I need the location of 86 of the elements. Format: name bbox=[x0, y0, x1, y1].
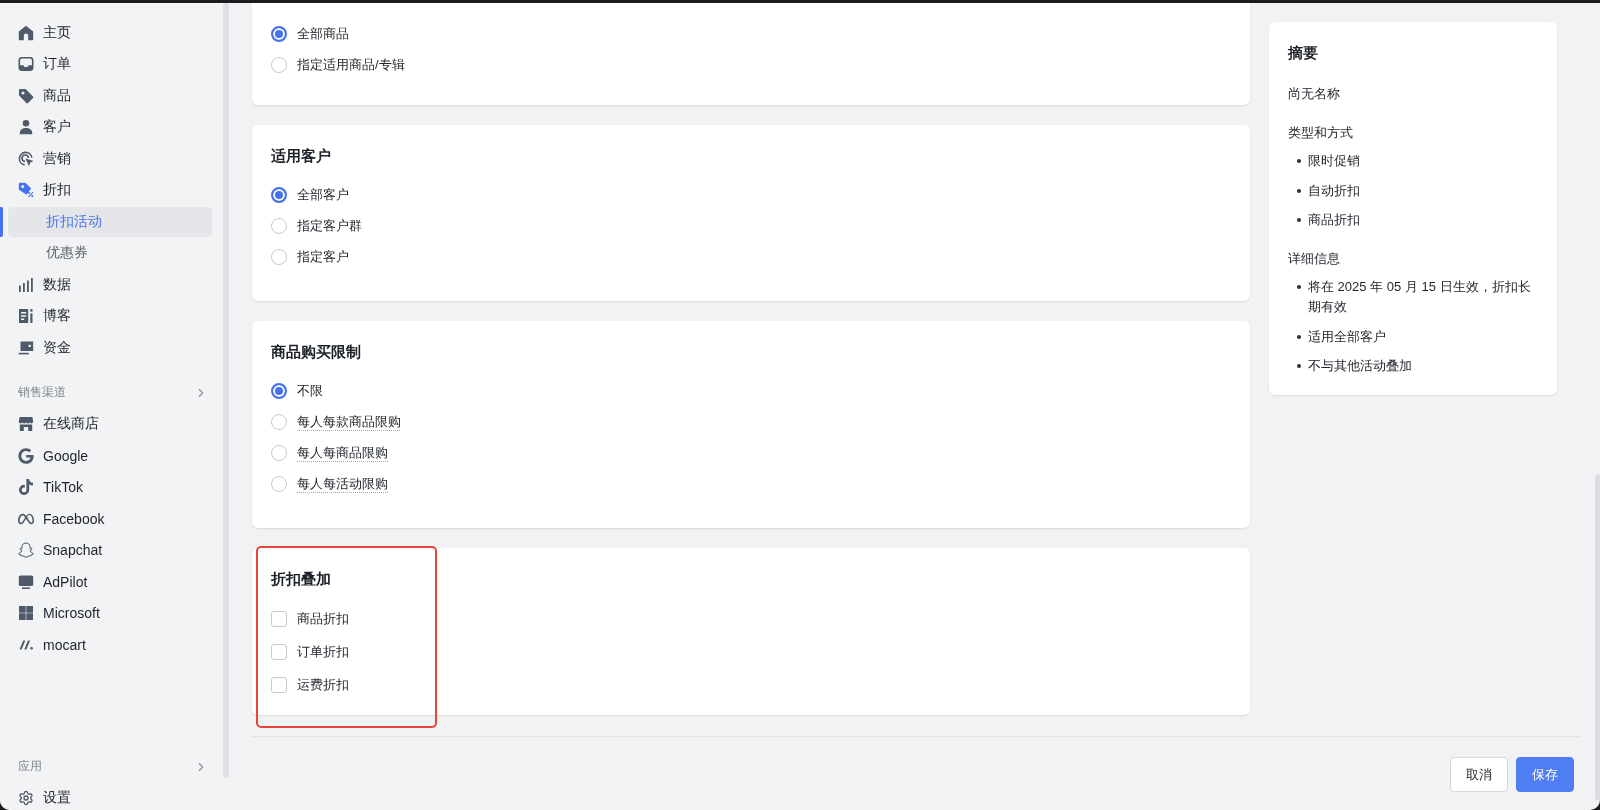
nav-item[interactable]: 设置 bbox=[8, 783, 212, 810]
tray-icon bbox=[18, 56, 34, 73]
nav-item[interactable]: 折扣 bbox=[8, 175, 212, 205]
radio-button[interactable] bbox=[271, 248, 287, 265]
option-label[interactable]: 订单折扣 bbox=[297, 641, 349, 662]
percent-tag-icon bbox=[18, 182, 34, 199]
section-header[interactable]: 销售渠道 bbox=[8, 377, 212, 409]
bullet-icon bbox=[1297, 159, 1301, 163]
section-title: 适用客户 bbox=[271, 146, 332, 166]
radio-button[interactable] bbox=[271, 382, 287, 399]
checkbox[interactable] bbox=[271, 610, 287, 627]
monitor-icon bbox=[18, 573, 34, 590]
nav-item[interactable]: 资金 bbox=[8, 333, 212, 363]
summary-heading: 类型和方式 bbox=[1288, 124, 1354, 142]
radio-button[interactable] bbox=[271, 444, 287, 461]
scrollbar-thumb[interactable] bbox=[1595, 474, 1600, 800]
summary-item: 将在 2025 年 05 月 15 日生效，折扣长期有效 bbox=[1308, 278, 1532, 316]
g-logo-icon bbox=[18, 447, 34, 464]
store-icon bbox=[18, 416, 34, 433]
option-label[interactable]: 每人每款商品限购 bbox=[297, 411, 401, 432]
option-label[interactable]: 每人每商品限购 bbox=[297, 442, 388, 463]
nav-item[interactable]: 折扣活动 bbox=[8, 207, 212, 237]
bar-chart-icon bbox=[18, 276, 34, 293]
option-label[interactable]: 指定客户 bbox=[297, 246, 349, 267]
bullet-icon bbox=[1297, 285, 1301, 289]
nav-item[interactable]: Microsoft bbox=[8, 598, 212, 628]
nav-item[interactable]: Facebook bbox=[8, 504, 212, 534]
option-label[interactable]: 指定客户群 bbox=[297, 215, 362, 236]
house-icon bbox=[18, 24, 34, 41]
ghost-icon bbox=[18, 542, 34, 559]
person-icon bbox=[18, 119, 34, 136]
nav-item[interactable]: AdPilot bbox=[8, 567, 212, 597]
option-label[interactable]: 商品折扣 bbox=[297, 608, 349, 629]
bullet-icon bbox=[1297, 334, 1301, 339]
radio-button[interactable] bbox=[271, 413, 287, 430]
card-icon bbox=[18, 339, 34, 356]
nav-item[interactable]: 商品 bbox=[8, 81, 212, 111]
section-header[interactable]: 应用 bbox=[8, 751, 212, 783]
option-label[interactable]: 不限 bbox=[297, 380, 323, 401]
option-label[interactable]: 全部商品 bbox=[297, 23, 349, 44]
option-label[interactable]: 每人每活动限购 bbox=[297, 473, 388, 494]
summary-name: 尚无名称 bbox=[1288, 85, 1341, 103]
music-note-icon bbox=[18, 479, 34, 496]
nav-item[interactable]: Google bbox=[8, 441, 212, 471]
nav-item[interactable]: mocart bbox=[8, 630, 212, 660]
nav-item[interactable]: Snapchat bbox=[8, 535, 212, 565]
radio-button[interactable] bbox=[271, 475, 287, 492]
nav-item[interactable]: 主页 bbox=[8, 18, 212, 48]
nav-item[interactable]: TikTok bbox=[8, 472, 212, 502]
document-icon bbox=[18, 308, 34, 325]
option-label[interactable]: 运费折扣 bbox=[297, 674, 349, 695]
option-label[interactable]: 指定适用商品/专辑 bbox=[297, 54, 405, 75]
nav-item[interactable]: 优惠券 bbox=[8, 238, 212, 268]
radio-button[interactable] bbox=[271, 25, 287, 42]
section-title: 折扣叠加 bbox=[271, 569, 332, 589]
summary-item: 不与其他活动叠加 bbox=[1308, 357, 1412, 375]
scrollbar-thumb[interactable] bbox=[223, 3, 229, 778]
nav-item[interactable]: 营销 bbox=[8, 144, 212, 174]
bullet-icon bbox=[1297, 364, 1301, 368]
cancel-button[interactable]: 取消 bbox=[1450, 757, 1508, 792]
checkbox[interactable] bbox=[271, 643, 287, 660]
section-title: 商品购买限制 bbox=[271, 342, 362, 362]
target-cursor-icon bbox=[18, 150, 34, 167]
bullet-icon bbox=[1297, 188, 1301, 193]
nav-item[interactable]: 在线商店 bbox=[8, 409, 212, 439]
radio-button[interactable] bbox=[271, 56, 287, 73]
radio-button[interactable] bbox=[271, 217, 287, 234]
option-label[interactable]: 全部客户 bbox=[297, 184, 349, 205]
save-button[interactable]: 保存 bbox=[1516, 757, 1574, 792]
summary-item: 适用全部客户 bbox=[1308, 327, 1386, 346]
radio-button[interactable] bbox=[271, 186, 287, 203]
active-indicator bbox=[0, 207, 3, 237]
summary-item: 限时促销 bbox=[1308, 152, 1360, 170]
summary-item: 商品折扣 bbox=[1308, 211, 1360, 229]
summary-title: 摘要 bbox=[1288, 43, 1319, 63]
bullet-icon bbox=[1297, 218, 1301, 222]
summary-item: 自动折扣 bbox=[1308, 181, 1360, 200]
grid-icon bbox=[18, 605, 34, 622]
nav-item[interactable]: 博客 bbox=[8, 301, 212, 331]
nav-item[interactable]: 数据 bbox=[8, 270, 212, 300]
checkbox[interactable] bbox=[271, 676, 287, 693]
nav-item[interactable]: 客户 bbox=[8, 112, 212, 142]
gear-icon bbox=[18, 790, 34, 807]
tag-icon bbox=[18, 87, 34, 104]
summary-heading: 详细信息 bbox=[1288, 250, 1341, 268]
nav-item[interactable]: 订单 bbox=[8, 49, 212, 79]
